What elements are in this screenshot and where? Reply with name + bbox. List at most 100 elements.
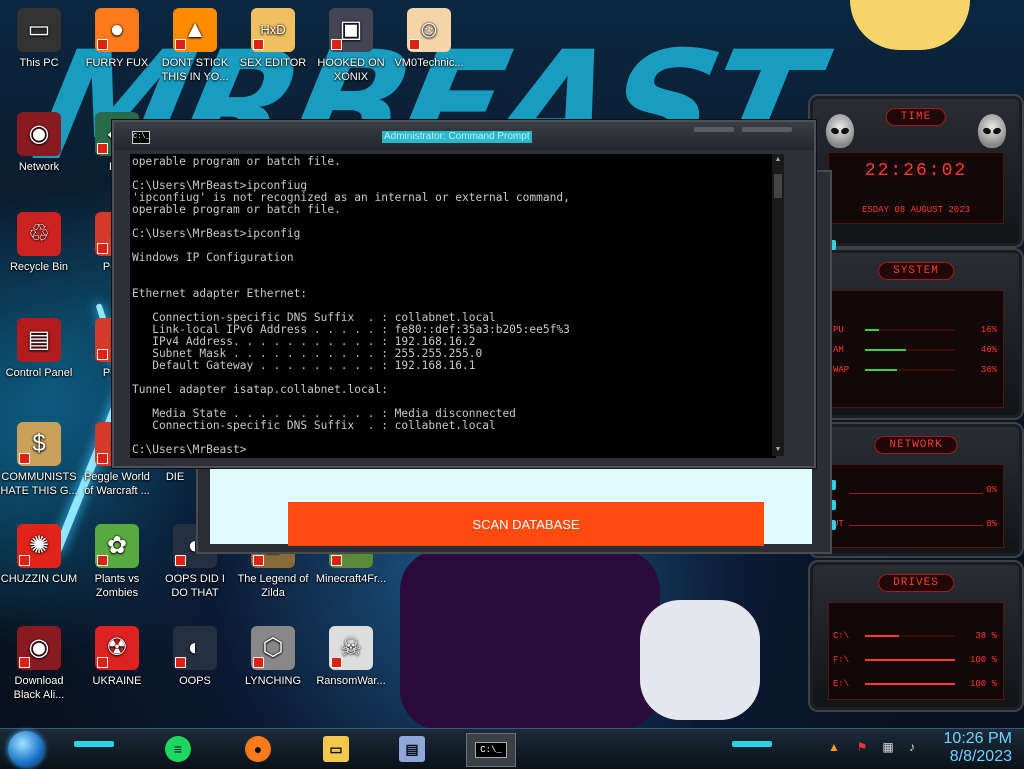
time-gadget: TIME 22:26:02 ESDAY 08 AUGUST 2023 xyxy=(808,94,1024,248)
minimize-button[interactable] xyxy=(694,127,734,132)
hxd-editor-icon: HxD xyxy=(251,8,295,52)
close-button[interactable] xyxy=(742,127,792,132)
shortcut-arrow-icon xyxy=(97,349,108,360)
console-line: operable program or batch file. xyxy=(132,155,341,168)
tray-security-icon[interactable]: ⚑ xyxy=(854,739,870,755)
taskbar: ≡ ● ▭ ▤ C:\_ ▲ ⚑ ▦ ♪ 10:26 PM 8/8/2023 xyxy=(0,728,1024,769)
shortcut-arrow-icon xyxy=(331,657,342,668)
taskbar-item[interactable]: ● xyxy=(238,733,278,765)
shortcut-arrow-icon xyxy=(97,243,108,254)
desktop-icon[interactable]: ✿ Plants vs Zombies xyxy=(78,524,156,600)
tray-volume-icon[interactable]: ♪ xyxy=(904,739,920,755)
console-line: Tunnel adapter isatap.collabnet.local: xyxy=(132,383,388,396)
network-gadget: NETWORK 0% UT 0% xyxy=(808,422,1024,558)
system-value: 16% xyxy=(980,325,997,335)
file-explorer-icon: ▭ xyxy=(323,736,349,762)
command-prompt-titlebar[interactable]: C:\_ Administrator: Command Prompt xyxy=(114,122,814,150)
drives-value: 38 % xyxy=(975,631,997,641)
desktop-icon[interactable]: ♲ Recycle Bin xyxy=(0,212,78,274)
vlc-cone-icon: ▲ xyxy=(173,8,217,52)
desktop-icon[interactable]: ◉ Download Black Ali... xyxy=(0,626,78,702)
gadget-clock: 22:26:02 xyxy=(864,161,968,181)
spotify-icon: ≡ xyxy=(165,736,191,762)
scrollbar-thumb[interactable] xyxy=(774,174,782,198)
drives-value: 100 % xyxy=(969,655,997,665)
taskbar-item[interactable]: ≡ xyxy=(158,733,198,765)
shortcut-arrow-icon xyxy=(409,39,420,50)
desktop-icon[interactable]: ☠ RansomWar... xyxy=(312,626,390,688)
shortcut-arrow-icon xyxy=(97,39,108,50)
window-title: Administrator: Command Prompt xyxy=(382,131,532,143)
plants-vs-zombies-icon: ✿ xyxy=(95,524,139,568)
console-line: C:\Users\MrBeast> xyxy=(132,443,247,456)
console-scrollbar[interactable]: ▲ ▼ xyxy=(772,154,784,456)
doctor-figure-icon: ☺ xyxy=(407,8,451,52)
taskbar-clock[interactable]: 10:26 PM 8/8/2023 xyxy=(944,730,1012,766)
desktop-icon[interactable]: ▲ DONT STICK THIS IN YO... xyxy=(156,8,234,84)
desktop-icon[interactable]: ☢ UKRAINE xyxy=(78,626,156,688)
desktop-icon-label: RansomWar... xyxy=(316,675,386,687)
system-bar-fill xyxy=(865,369,898,371)
shortcut-arrow-icon xyxy=(331,39,342,50)
desktop-icon-label: VM0Technic... xyxy=(394,57,464,69)
scroll-down-arrow-icon[interactable]: ▼ xyxy=(774,446,782,454)
computer-icon: ▭ xyxy=(17,8,61,52)
start-button[interactable] xyxy=(8,731,44,767)
desktop-icon[interactable]: $ COMMUNISTS HATE THIS G... xyxy=(0,422,78,498)
chuzzle-icon: ✺ xyxy=(17,524,61,568)
network-value: 0% xyxy=(986,485,997,495)
desktop-icon[interactable]: HxD SEX EDITOR xyxy=(234,8,312,70)
desktop-icon-label: CHUZZIN CUM xyxy=(0,573,78,585)
desktop-icon[interactable]: ◐ OOPS xyxy=(156,626,234,688)
clock-date: 8/8/2023 xyxy=(949,748,1012,765)
taskbar-item[interactable]: ▤ xyxy=(392,733,432,765)
taskbar-item[interactable]: C:\_ xyxy=(466,733,516,767)
drives-label: E:\ xyxy=(833,679,850,689)
command-prompt-window[interactable]: C:\_ Administrator: Command Prompt opera… xyxy=(112,120,816,468)
command-prompt-icon[interactable]: C:\_ xyxy=(132,131,150,144)
lynching-icon: ⬡ xyxy=(251,626,295,670)
tray-network-icon[interactable]: ▦ xyxy=(880,739,896,755)
desktop-icon[interactable]: ▭ This PC xyxy=(0,8,78,70)
desktop-icon[interactable]: ▤ Control Panel xyxy=(0,318,78,380)
shortcut-arrow-icon xyxy=(175,657,186,668)
desktop-icon[interactable]: ● FURRY FUX xyxy=(78,8,156,70)
drives-bar-fill xyxy=(865,683,955,685)
desktop-icon-label: SEX EDITOR xyxy=(239,57,307,69)
shortcut-arrow-icon xyxy=(253,657,264,668)
desktop-icon-label: FURRY FUX xyxy=(85,57,149,69)
drives-bar-track xyxy=(865,659,955,661)
taskbar-item[interactable]: ▭ xyxy=(316,733,356,765)
system-gadget-header: SYSTEM xyxy=(878,262,954,280)
console-output[interactable]: operable program or batch file. C:\Users\… xyxy=(130,154,776,458)
scroll-up-arrow-icon[interactable]: ▲ xyxy=(774,156,782,164)
shortcut-arrow-icon xyxy=(97,555,108,566)
desktop-icon[interactable]: ⬡ LYNCHING xyxy=(234,626,312,688)
tray-app-icon[interactable]: ▲ xyxy=(826,739,842,755)
system-bar-fill xyxy=(865,329,880,331)
command-prompt-icon: C:\_ xyxy=(475,742,507,758)
console-line: Default Gateway . . . . . . . . . : 192.… xyxy=(132,359,476,372)
wallpaper-figure xyxy=(400,550,660,730)
wallpaper-cartoon-face xyxy=(850,0,970,50)
desktop-icon[interactable]: ✺ CHUZZIN CUM xyxy=(0,524,78,586)
gadget-date: ESDAY 08 AUGUST 2023 xyxy=(861,205,971,215)
network-gadget-header: NETWORK xyxy=(874,436,958,454)
desktop-icon-label: OOPS xyxy=(179,675,211,687)
desktop-icon-label: Minecraft4Fr... xyxy=(315,573,387,585)
system-label: AM xyxy=(833,345,844,355)
desktop-icon[interactable]: ▣ HOOKED ON XONIX xyxy=(312,8,390,84)
desktop-icon-label: UKRAINE xyxy=(92,675,142,687)
desktop-icon-label: Network xyxy=(18,161,60,173)
desktop-icon[interactable]: ☺ VM0Technic... xyxy=(390,8,468,70)
desktop-icon[interactable]: ◉ Network xyxy=(0,112,78,174)
desktop-icon-label: COMMUNISTS HATE THIS G... xyxy=(0,471,78,497)
skull-icon: ☠ xyxy=(329,626,373,670)
shortcut-arrow-icon xyxy=(19,555,30,566)
taskbar-accent xyxy=(732,741,772,747)
time-gadget-header: TIME xyxy=(885,108,947,126)
drives-label: F:\ xyxy=(833,655,850,665)
shortcut-arrow-icon xyxy=(175,555,186,566)
shortcut-arrow-icon xyxy=(97,143,108,154)
scan-database-button[interactable]: SCAN DATABASE xyxy=(288,502,764,546)
